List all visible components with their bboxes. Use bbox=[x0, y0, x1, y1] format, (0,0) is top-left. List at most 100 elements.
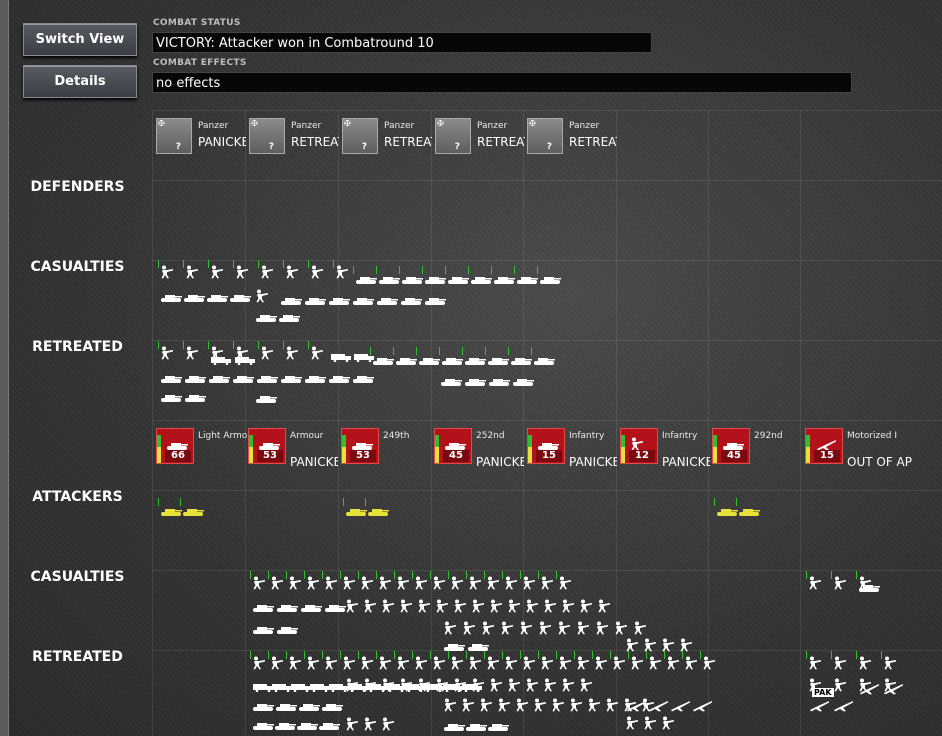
unit-strength: 15 bbox=[814, 450, 840, 462]
balkenkreuz-icon: ✠ bbox=[158, 119, 165, 128]
soldier-icon bbox=[569, 697, 583, 716]
tank-icon bbox=[252, 697, 274, 716]
soldier-icon bbox=[551, 697, 565, 716]
soldier-icon bbox=[283, 260, 299, 283]
soldier-icon bbox=[806, 571, 822, 594]
tank-icon bbox=[353, 266, 377, 289]
soldier-icon bbox=[345, 598, 359, 617]
unit-strength: 66 bbox=[165, 450, 191, 462]
tank-icon bbox=[352, 369, 374, 388]
balkenkreuz-icon: ✠ bbox=[437, 119, 444, 128]
soldier-icon bbox=[466, 651, 482, 674]
unit-strength: 12 bbox=[629, 450, 655, 462]
grid-row-line bbox=[152, 420, 942, 421]
tank-icon bbox=[351, 436, 375, 450]
tank-icon bbox=[328, 369, 350, 388]
tank-icon bbox=[422, 266, 446, 289]
tank-icon bbox=[184, 369, 206, 388]
defender-unit-name: Panzer bbox=[569, 121, 600, 131]
soldier-icon bbox=[430, 571, 446, 594]
soldier-icon bbox=[592, 651, 608, 674]
details-button[interactable]: Details bbox=[23, 65, 137, 98]
truck-icon bbox=[330, 347, 352, 366]
defender-unit-card[interactable]: ✠? bbox=[435, 118, 471, 154]
attacker-unit-card[interactable]: 15 bbox=[805, 428, 843, 464]
soldier-icon bbox=[881, 651, 897, 674]
balkenkreuz-icon: ✠ bbox=[529, 119, 536, 128]
tank-icon bbox=[440, 372, 462, 391]
soldier-icon bbox=[394, 571, 410, 594]
tank-icon bbox=[485, 347, 509, 370]
attacker-unit-card[interactable]: 12 bbox=[620, 428, 658, 464]
soldier-icon bbox=[597, 598, 611, 617]
defender-unit-card[interactable]: ✠? bbox=[342, 118, 378, 154]
morale-bar bbox=[249, 447, 253, 463]
tank-icon bbox=[462, 347, 486, 370]
defender-casualties-row-label: CASUALTIES bbox=[30, 259, 125, 275]
tank-icon bbox=[443, 717, 465, 736]
soldier-icon bbox=[286, 571, 302, 594]
tank-icon bbox=[184, 388, 206, 407]
attacker-unit-name: Armour bbox=[290, 431, 324, 441]
tank-icon bbox=[439, 347, 463, 370]
soldier-icon bbox=[595, 620, 609, 639]
unknown-unit-badge: ? bbox=[546, 142, 552, 152]
tank-icon bbox=[208, 369, 230, 388]
soldier-icon bbox=[502, 651, 518, 674]
soldier-icon bbox=[363, 677, 377, 696]
soldier-icon bbox=[448, 651, 464, 674]
soldier-icon bbox=[576, 620, 590, 639]
attacker-unit-name: Infantry bbox=[662, 431, 698, 441]
tank-icon bbox=[255, 389, 277, 408]
balkenkreuz-icon: ✠ bbox=[344, 119, 351, 128]
defender-unit-card[interactable]: ✠? bbox=[249, 118, 285, 154]
defender-unit-card[interactable]: ✠? bbox=[527, 118, 563, 154]
combat-status-field: VICTORY: Attacker won in Combatround 10 bbox=[152, 32, 652, 53]
soldier-icon bbox=[833, 677, 847, 696]
tank-icon bbox=[160, 288, 182, 307]
tank-icon bbox=[514, 266, 538, 289]
soldier-icon bbox=[605, 697, 619, 716]
tank-icon bbox=[280, 369, 302, 388]
soldier-icon bbox=[448, 571, 464, 594]
grid-column-line bbox=[523, 110, 524, 736]
soldier-icon bbox=[345, 677, 359, 696]
switch-view-button[interactable]: Switch View bbox=[23, 23, 137, 56]
tank-icon bbox=[300, 598, 322, 617]
attacker-unit-card[interactable]: 66 bbox=[156, 428, 194, 464]
unit-strength: 45 bbox=[721, 450, 747, 462]
tank-icon bbox=[400, 291, 422, 310]
soldier-icon bbox=[856, 651, 872, 674]
soldier-icon bbox=[268, 651, 284, 674]
grid-row-line bbox=[152, 260, 942, 261]
soldier-icon bbox=[250, 651, 266, 674]
defender-unit-card[interactable]: ✠? bbox=[156, 118, 192, 154]
soldier-icon bbox=[479, 697, 493, 716]
unit-strength: 53 bbox=[350, 450, 376, 462]
soldier-icon bbox=[304, 571, 320, 594]
soldier-icon bbox=[561, 598, 575, 617]
soldier-icon bbox=[646, 651, 662, 674]
soldier-icon bbox=[484, 571, 500, 594]
tank-icon bbox=[298, 697, 320, 716]
attacker-unit-card[interactable]: 53 bbox=[341, 428, 379, 464]
tank-icon bbox=[256, 369, 278, 388]
attacker-unit-card[interactable]: 45 bbox=[434, 428, 472, 464]
soldier-icon bbox=[333, 260, 349, 283]
soldier-icon bbox=[525, 598, 539, 617]
unknown-unit-badge: ? bbox=[454, 142, 460, 152]
tank-icon bbox=[321, 697, 343, 716]
tank-icon bbox=[858, 578, 880, 597]
attacker-unit-name: 252nd bbox=[476, 431, 505, 441]
gun-icon bbox=[808, 697, 830, 716]
attacker-unit-card[interactable]: 15 bbox=[527, 428, 565, 464]
attacker-unit-card[interactable]: 45 bbox=[712, 428, 750, 464]
attacker-unit-card[interactable]: 53 bbox=[248, 428, 286, 464]
unit-strength: 53 bbox=[257, 450, 283, 462]
soldier-icon bbox=[412, 571, 428, 594]
grid-row-line bbox=[152, 570, 942, 571]
soldier-icon bbox=[250, 571, 266, 594]
soldier-icon bbox=[268, 571, 284, 594]
defender-unit-status: RETREAT bbox=[291, 135, 339, 149]
soldier-icon bbox=[500, 620, 514, 639]
